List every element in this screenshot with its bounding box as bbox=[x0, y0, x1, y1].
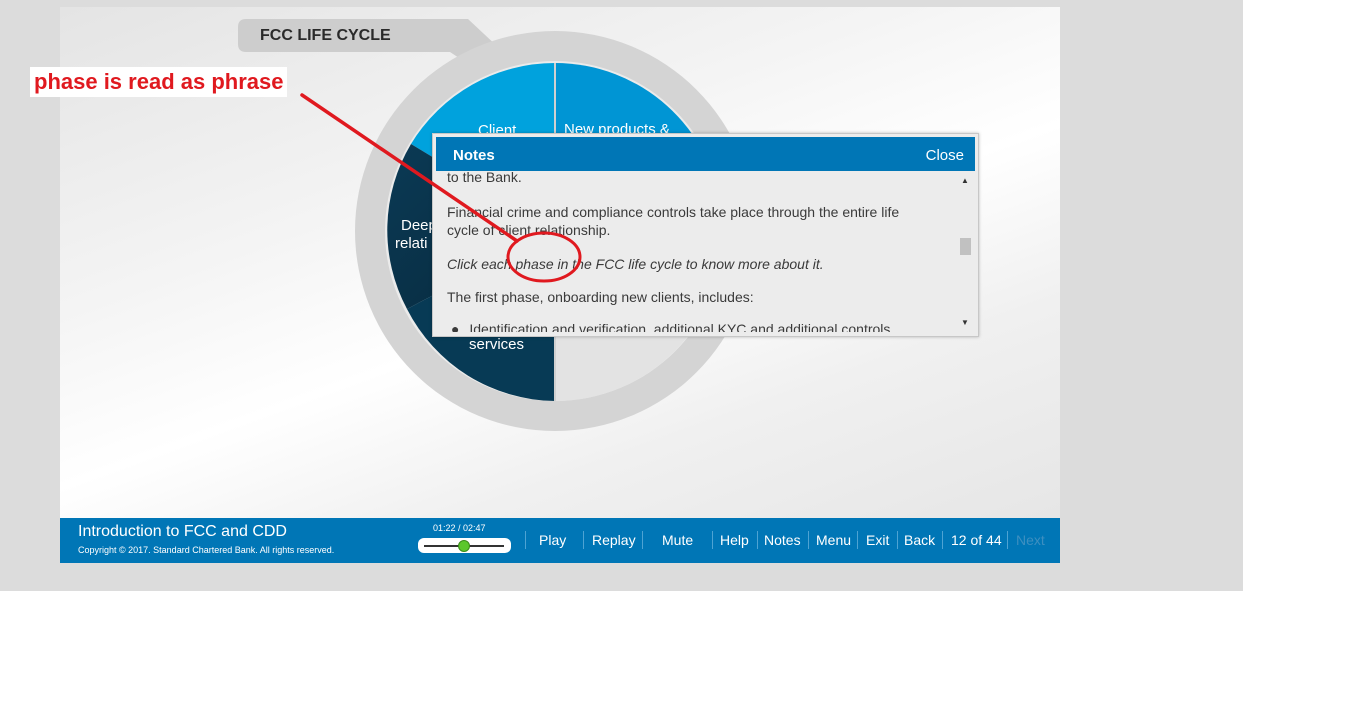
back-button[interactable]: Back bbox=[904, 532, 935, 548]
player-control-bar: Introduction to FCC and CDD Copyright © … bbox=[60, 518, 1060, 563]
play-button[interactable]: Play bbox=[539, 532, 566, 548]
scroll-thumb[interactable] bbox=[960, 238, 971, 255]
notes-line: cycle of client relationship. bbox=[447, 222, 611, 238]
time-readout: 01:22 / 02:47 bbox=[433, 523, 486, 533]
exit-button[interactable]: Exit bbox=[866, 532, 889, 548]
seek-handle[interactable] bbox=[458, 540, 471, 552]
menu-button[interactable]: Menu bbox=[816, 532, 851, 548]
page-counter: 12 of 44 bbox=[951, 532, 1002, 548]
annotation-label: phase is read as phrase bbox=[30, 67, 288, 97]
scroll-down-icon[interactable]: ▼ bbox=[961, 318, 969, 327]
scroll-up-icon[interactable]: ▲ bbox=[961, 176, 969, 185]
notes-line: Financial crime and compliance controls … bbox=[447, 204, 900, 220]
separator bbox=[808, 531, 809, 549]
notes-close-button[interactable]: Close bbox=[926, 147, 964, 164]
course-title: Introduction to FCC and CDD bbox=[78, 523, 287, 540]
separator bbox=[857, 531, 858, 549]
notes-line: The first phase, onboarding new clients,… bbox=[447, 289, 754, 305]
notes-bullet-item: ● Identification and verification, addit… bbox=[451, 321, 951, 332]
separator bbox=[757, 531, 758, 549]
notes-instruction: Click each phase in the FCC life cycle t… bbox=[447, 256, 824, 272]
notes-dialog: Notes Close to the Bank. Financial crime… bbox=[432, 133, 979, 337]
separator bbox=[942, 531, 943, 549]
next-button[interactable]: Next bbox=[1016, 532, 1045, 548]
notes-line: to the Bank. bbox=[447, 171, 522, 185]
copyright-text: Copyright © 2017. Standard Chartered Ban… bbox=[78, 545, 335, 555]
separator bbox=[1007, 531, 1008, 549]
notes-body: to the Bank. Financial crime and complia… bbox=[447, 171, 957, 332]
separator bbox=[712, 531, 713, 549]
lifecycle-title: FCC LIFE CYCLE bbox=[260, 27, 391, 44]
bullet-icon: ● bbox=[451, 321, 460, 332]
seek-slider[interactable] bbox=[418, 538, 511, 553]
replay-button[interactable]: Replay bbox=[592, 532, 636, 548]
notes-button[interactable]: Notes bbox=[764, 532, 801, 548]
notes-header: Notes Close bbox=[436, 137, 975, 171]
notes-title: Notes bbox=[453, 147, 495, 164]
mute-button[interactable]: Mute bbox=[662, 532, 693, 548]
wheel-label-relationship: relati bbox=[395, 235, 428, 252]
separator bbox=[897, 531, 898, 549]
notes-bullet-text: Identification and verification, additio… bbox=[469, 321, 891, 332]
separator bbox=[583, 531, 584, 549]
separator bbox=[525, 531, 526, 549]
notes-scrollbar[interactable]: ▲ ▼ bbox=[957, 174, 973, 330]
wheel-label-services: services bbox=[469, 336, 525, 353]
separator bbox=[642, 531, 643, 549]
help-button[interactable]: Help bbox=[720, 532, 749, 548]
